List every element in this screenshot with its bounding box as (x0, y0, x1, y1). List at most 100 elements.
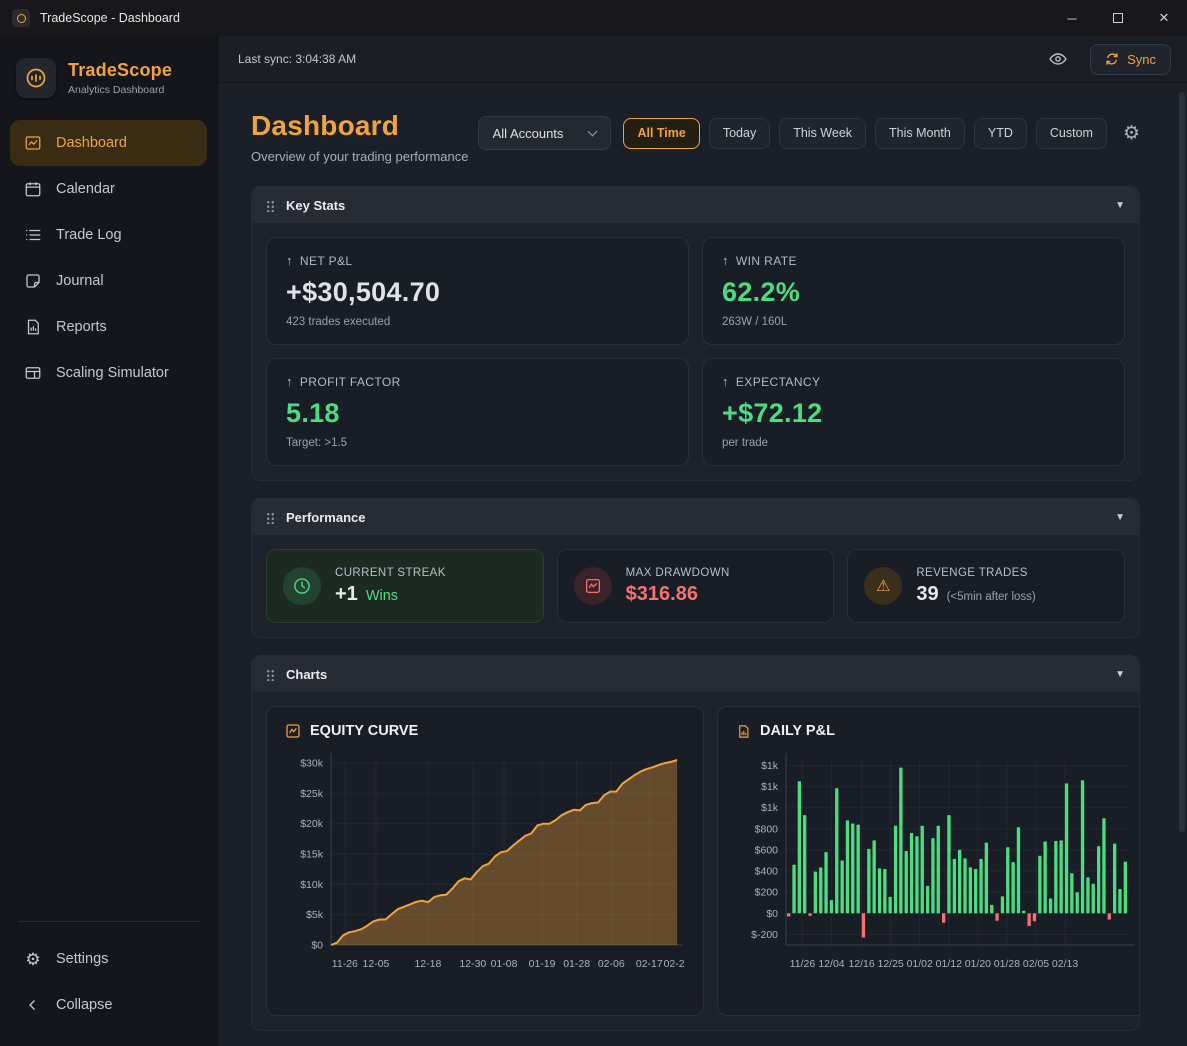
divider (18, 921, 199, 922)
svg-text:01/20: 01/20 (965, 958, 991, 970)
svg-text:$1k: $1k (761, 781, 779, 793)
stat-card-profit-factor: ↑PROFIT FACTOR 5.18 Target: >1.5 (266, 358, 689, 466)
time-filter-all-time[interactable]: All Time (623, 118, 699, 149)
svg-text:01-28: 01-28 (563, 958, 590, 970)
svg-text:$5k: $5k (306, 909, 324, 921)
stat-sub: Target: >1.5 (286, 437, 669, 449)
chevron-down-icon[interactable]: ▼ (1115, 200, 1125, 211)
sidebar-item-journal[interactable]: Journal (10, 258, 207, 304)
dashboard-icon (24, 134, 42, 152)
drag-handle-icon[interactable] (266, 668, 275, 681)
sidebar-item-calendar[interactable]: Calendar (10, 166, 207, 212)
stat-value: +$30,504.70 (286, 277, 669, 308)
drag-handle-icon[interactable] (266, 511, 275, 524)
drawdown-chart-icon (574, 567, 612, 605)
perf-label: REVENGE TRADES (916, 567, 1035, 579)
svg-text:02-17: 02-17 (636, 958, 663, 970)
brand: TradeScope Analytics Dashboard (0, 50, 217, 120)
sidebar-footer: ⚙ Settings Collapse (0, 921, 217, 1028)
section-title: Key Stats (286, 198, 345, 213)
svg-text:12-18: 12-18 (414, 958, 441, 970)
time-filter-custom[interactable]: Custom (1036, 118, 1107, 149)
sidebar-item-trade-log[interactable]: Trade Log (10, 212, 207, 258)
dashboard-settings-gear-icon[interactable]: ⚙ (1123, 122, 1140, 145)
stat-value: 5.18 (286, 398, 669, 429)
perf-suffix: Wins (366, 588, 398, 604)
chart-title: DAILY P&L (760, 723, 835, 739)
daily-pnl-chart: $-200$0$200$400$600$800$1k$1k$1k11/2612/… (736, 745, 1136, 993)
stat-card-expectancy: ↑EXPECTANCY +$72.12 per trade (702, 358, 1125, 466)
sidebar-item-label: Dashboard (56, 135, 127, 151)
stat-label: NET P&L (300, 254, 353, 268)
svg-text:12/25: 12/25 (878, 958, 904, 970)
sidebar-item-label: Settings (56, 951, 108, 967)
section-header-performance[interactable]: Performance ▼ (252, 499, 1139, 535)
refresh-icon (1105, 52, 1119, 66)
time-filter-this-week[interactable]: This Week (779, 118, 866, 149)
sidebar-item-settings[interactable]: ⚙ Settings (10, 936, 207, 982)
time-filter-today[interactable]: Today (709, 118, 770, 149)
perf-card-current-streak: CURRENT STREAK +1 Wins (266, 549, 544, 623)
time-filter-group: All Time Today This Week This Month YTD Custo… (623, 118, 1107, 149)
drag-handle-icon[interactable] (266, 199, 275, 212)
section-charts: Charts ▼ EQUITY CURVE $0$5k$10k$15k$20k$… (251, 655, 1140, 1031)
svg-text:$15k: $15k (300, 849, 324, 861)
section-header-charts[interactable]: Charts ▼ (252, 656, 1139, 692)
list-icon (24, 226, 42, 244)
account-filter-select[interactable]: All Accounts (478, 116, 612, 150)
stat-card-net-pnl: ↑NET P&L +$30,504.70 423 trades executed (266, 237, 689, 345)
minimize-button[interactable]: ─ (1049, 0, 1095, 36)
brand-name: TradeScope (68, 60, 172, 81)
chevron-down-icon[interactable]: ▼ (1115, 512, 1125, 523)
report-icon (24, 318, 42, 336)
journal-icon (24, 272, 42, 290)
chevron-down-icon[interactable]: ▼ (1115, 669, 1125, 680)
svg-text:01-08: 01-08 (491, 958, 518, 970)
svg-text:01/12: 01/12 (936, 958, 962, 970)
bar-report-icon (736, 724, 751, 739)
sidebar-item-scaling-simulator[interactable]: Scaling Simulator (10, 350, 207, 396)
brand-subtitle: Analytics Dashboard (68, 84, 172, 96)
sidebar-item-label: Collapse (56, 997, 112, 1013)
maximize-icon (1113, 13, 1123, 23)
section-title: Charts (286, 667, 327, 682)
svg-text:$-200: $-200 (751, 929, 778, 941)
scrollbar[interactable] (1179, 92, 1185, 832)
svg-text:01/02: 01/02 (907, 958, 933, 970)
maximize-button[interactable] (1095, 0, 1141, 36)
sidebar-item-label: Trade Log (56, 227, 122, 243)
svg-text:11/26: 11/26 (790, 958, 816, 970)
last-sync-label: Last sync: 3:04:38 AM (238, 52, 356, 66)
window-title: TradeScope - Dashboard (40, 11, 180, 25)
sync-button[interactable]: Sync (1090, 44, 1171, 75)
svg-text:12/04: 12/04 (818, 958, 844, 970)
section-header-key-stats[interactable]: Key Stats ▼ (252, 187, 1139, 223)
sidebar: TradeScope Analytics Dashboard Dashboard… (0, 36, 218, 1046)
section-performance: Performance ▼ CURRENT STREAK (251, 498, 1140, 638)
svg-text:$25k: $25k (300, 788, 324, 800)
perf-value: 39 (916, 583, 938, 606)
sidebar-item-label: Scaling Simulator (56, 365, 169, 381)
sidebar-collapse-button[interactable]: Collapse (10, 982, 207, 1028)
perf-label: CURRENT STREAK (335, 567, 446, 579)
calendar-icon (24, 180, 42, 198)
time-filter-this-month[interactable]: This Month (875, 118, 965, 149)
arrow-up-icon: ↑ (286, 374, 293, 389)
sidebar-item-reports[interactable]: Reports (10, 304, 207, 350)
svg-text:01-19: 01-19 (529, 958, 556, 970)
topbar: Last sync: 3:04:38 AM Sync (218, 36, 1187, 83)
svg-text:$0: $0 (311, 940, 323, 952)
sidebar-item-dashboard[interactable]: Dashboard (10, 120, 207, 166)
section-key-stats: Key Stats ▼ ↑NET P&L +$30,504.70 423 tra… (251, 186, 1140, 481)
equity-curve-card: EQUITY CURVE $0$5k$10k$15k$20k$25k$30k11… (266, 706, 704, 1016)
section-title: Performance (286, 510, 365, 525)
time-filter-ytd[interactable]: YTD (974, 118, 1027, 149)
main-area: Last sync: 3:04:38 AM Sync Dashboard Ove… (218, 36, 1187, 1046)
close-button[interactable]: ✕ (1141, 0, 1187, 36)
panel-icon (24, 364, 42, 382)
eye-icon[interactable] (1048, 49, 1068, 69)
svg-text:$600: $600 (755, 844, 779, 856)
chevron-down-icon (588, 126, 598, 136)
perf-value: +1 (335, 583, 358, 606)
sidebar-item-label: Journal (56, 273, 104, 289)
